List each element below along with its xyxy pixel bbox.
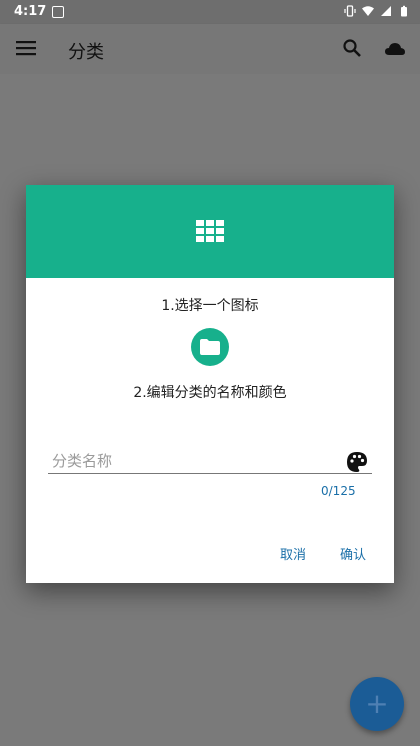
cloud-icon[interactable] [384,40,406,58]
search-icon[interactable] [342,38,362,58]
status-icons [344,5,410,17]
notification-icon [52,6,64,18]
battery-icon [401,5,407,17]
category-name-input[interactable] [48,450,346,472]
category-dialog: 1.选择一个图标 2.编辑分类的名称和颜色 0/125 取消 确认 [26,185,394,583]
app-bar: 分类 [0,24,420,74]
dialog-header [26,185,394,278]
status-time: 4:17 [14,4,47,19]
folder-icon-button[interactable] [191,328,229,366]
add-icon: + [365,687,389,720]
confirm-button[interactable]: 确认 [340,544,366,563]
vibrate-icon [344,5,356,17]
palette-icon[interactable] [346,451,368,473]
grid-icon[interactable] [196,220,224,242]
page-title: 分类 [68,42,104,63]
add-button[interactable]: + [350,677,404,731]
step-one-label: 1.选择一个图标 [161,298,259,314]
character-counter: 0/125 [321,484,356,498]
menu-icon[interactable] [16,39,36,57]
cancel-button[interactable]: 取消 [280,544,306,563]
status-bar: 4:17 [0,0,420,24]
folder-icon [200,339,220,355]
wifi-icon [362,6,374,16]
signal-icon [381,6,391,16]
step-two-label: 2.编辑分类的名称和颜色 [133,385,287,401]
input-underline [48,473,372,474]
